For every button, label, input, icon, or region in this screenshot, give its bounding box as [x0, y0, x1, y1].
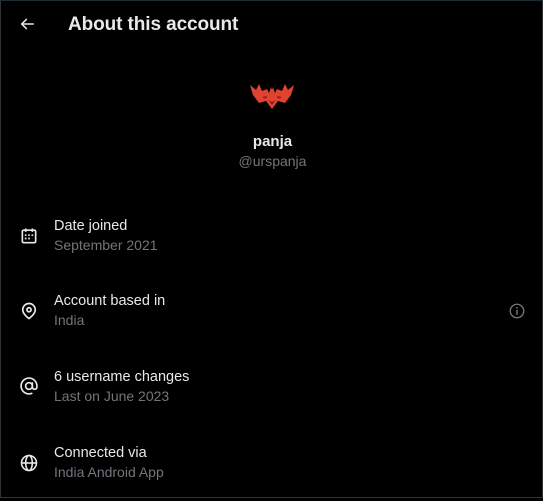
detail-value: India Android App [54, 464, 164, 480]
detail-row-account-based-in: Account based in India [1, 293, 542, 349]
detail-row-username-changes: 6 username changes Last on June 2023 [1, 369, 542, 425]
arrow-left-icon [18, 15, 36, 38]
page-title: About this account [68, 14, 239, 35]
detail-label: Connected via [54, 445, 147, 461]
about-account-panel: About this account panja @urspanja Date … [0, 0, 543, 498]
info-circle-icon[interactable] [508, 302, 526, 320]
detail-label: 6 username changes [54, 369, 190, 385]
detail-row-date-joined: Date joined September 2021 [1, 218, 542, 274]
globe-icon [19, 453, 39, 473]
detail-value: Last on June 2023 [54, 388, 170, 404]
red-bat-logo [250, 84, 294, 109]
detail-label: Date joined [54, 218, 128, 234]
back-button[interactable] [11, 10, 43, 42]
username-handle: @urspanja [238, 153, 307, 169]
detail-row-connected-via: Connected via India Android App [1, 445, 542, 501]
header: About this account [1, 1, 542, 51]
location-pin-icon [19, 301, 39, 321]
detail-value: India [54, 312, 85, 328]
avatar[interactable] [249, 79, 295, 111]
display-name: panja [252, 133, 293, 150]
detail-label: Account based in [54, 293, 166, 309]
at-sign-icon [19, 376, 39, 396]
detail-value: September 2021 [54, 237, 158, 253]
calendar-icon [19, 226, 39, 246]
